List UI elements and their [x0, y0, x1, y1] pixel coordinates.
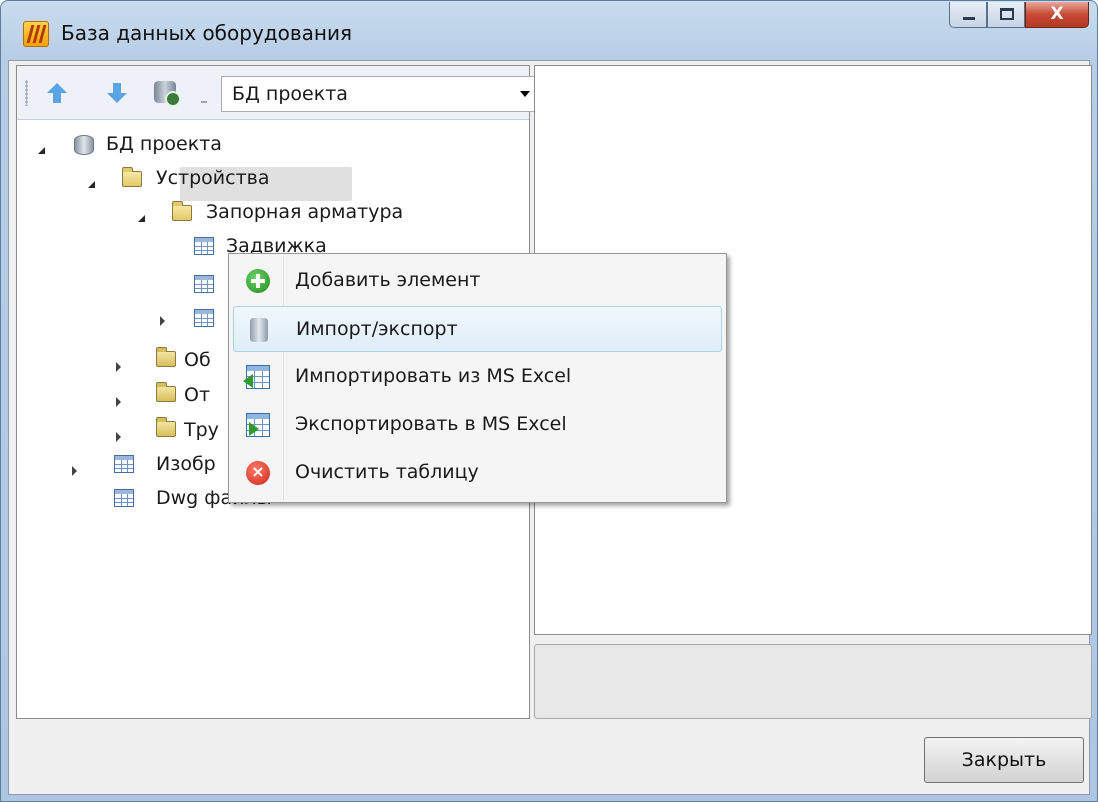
folder-icon [156, 382, 176, 402]
caption-buttons: X [949, 2, 1089, 28]
open-folder-icon [172, 201, 192, 221]
toolbar-grip[interactable] [25, 80, 28, 106]
tree-node-images[interactable]: Изобр [156, 453, 216, 475]
database-select-value: БД проекта [232, 83, 348, 105]
expand-arrow-icon[interactable] [38, 147, 45, 154]
app-logo-icon [23, 21, 49, 47]
menu-item-label: Очистить таблицу [295, 461, 479, 483]
move-up-button[interactable] [45, 79, 69, 105]
details-status-panel [534, 644, 1092, 719]
move-down-icon [107, 83, 127, 103]
move-up-icon [47, 83, 67, 103]
context-menu: Добавить элемент Импорт/экспорт Импортир… [228, 253, 727, 503]
database-icon [74, 135, 94, 155]
table-icon [194, 275, 214, 293]
close-window-button[interactable]: X [1025, 2, 1089, 28]
folder-icon [156, 347, 176, 367]
menu-item-label: Импорт/экспорт [296, 318, 458, 340]
tree-node-equipment[interactable]: Об [184, 349, 211, 371]
tree-node-project-db[interactable]: БД проекта [106, 133, 222, 155]
menu-item-add-element[interactable]: Добавить элемент [233, 258, 722, 304]
database-icon [250, 318, 268, 342]
menu-item-label: Импортировать из MS Excel [295, 365, 572, 387]
table-icon [194, 237, 214, 255]
window-title: База данных оборудования [61, 21, 352, 45]
table-icon [194, 309, 214, 327]
chevron-down-icon [520, 91, 530, 97]
collapse-arrow-icon[interactable] [72, 466, 77, 476]
table-icon [114, 455, 134, 473]
move-down-button[interactable] [105, 79, 129, 105]
minimize-icon [963, 17, 975, 20]
database-settings-button[interactable] [153, 79, 181, 107]
toolbar-overflow-button[interactable] [199, 84, 209, 106]
tree-node-devices[interactable]: Устройства [156, 167, 269, 189]
tree-node-other[interactable]: От [184, 384, 210, 406]
menu-item-label: Добавить элемент [295, 269, 481, 291]
collapse-arrow-icon[interactable] [160, 316, 165, 326]
maximize-button[interactable] [987, 2, 1025, 28]
maximize-icon [1000, 8, 1014, 20]
database-select[interactable]: БД проекта [221, 76, 543, 112]
expand-arrow-icon[interactable] [88, 181, 95, 188]
collapse-arrow-icon[interactable] [116, 362, 121, 372]
table-icon [114, 489, 134, 507]
clear-icon: × [246, 461, 270, 485]
minimize-button[interactable] [949, 2, 987, 28]
close-icon: X [1050, 4, 1064, 24]
menu-item-export-excel[interactable]: Экспортировать в MS Excel [233, 402, 722, 448]
tree-node-shutoff-valves[interactable]: Запорная арматура [206, 201, 403, 223]
menu-item-clear-table[interactable]: × Очистить таблицу [233, 450, 722, 496]
menu-item-label: Экспортировать в MS Excel [295, 413, 567, 435]
expand-arrow-icon[interactable] [138, 215, 145, 222]
tree-toolbar: БД проекта [17, 66, 543, 120]
title-bar[interactable]: База данных оборудования X [1, 1, 1097, 61]
database-settings-icon [154, 81, 181, 107]
collapse-arrow-icon[interactable] [116, 397, 121, 407]
close-button[interactable]: Закрыть [924, 737, 1084, 783]
menu-item-import-export[interactable]: Импорт/экспорт [233, 306, 722, 352]
open-folder-icon [122, 167, 142, 187]
menu-item-import-excel[interactable]: Импортировать из MS Excel [233, 354, 722, 400]
import-excel-icon [243, 365, 270, 389]
export-excel-icon [246, 413, 270, 437]
add-icon [246, 269, 270, 293]
tree-node-pipes[interactable]: Тру [184, 419, 219, 441]
collapse-arrow-icon[interactable] [116, 432, 121, 442]
folder-icon [156, 417, 176, 437]
